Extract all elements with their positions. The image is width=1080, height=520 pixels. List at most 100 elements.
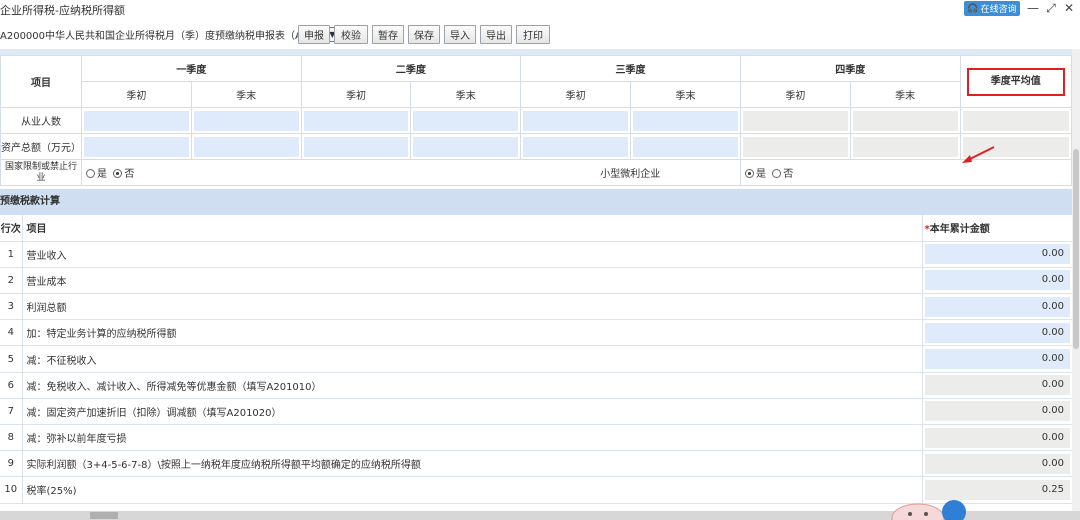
line-amount[interactable]: 0.00 bbox=[924, 270, 1070, 291]
q3-header: 三季度 bbox=[520, 55, 741, 82]
employees-q3-start[interactable] bbox=[520, 107, 632, 134]
employees-q1-end[interactable] bbox=[190, 107, 302, 134]
table-row: 3 利润总额 0.00 bbox=[0, 293, 1072, 321]
q1-start-header: 季初 bbox=[81, 81, 192, 108]
line-item: 利润总额 bbox=[22, 293, 923, 321]
line-item: 营业收入 bbox=[22, 241, 923, 268]
validate-button[interactable]: 校验 bbox=[334, 25, 368, 44]
line-amount-cell: 0.00 bbox=[922, 319, 1072, 347]
assets-q1-start[interactable] bbox=[81, 133, 192, 160]
line-amount[interactable]: 0.00 bbox=[924, 244, 1070, 265]
line-amount-cell: 0.00 bbox=[922, 450, 1072, 478]
title-bar: 企业所得税-应纳税所得额 🎧 在线咨询 — ⤢ ✕ bbox=[0, 0, 1080, 18]
line-amount[interactable]: 0.00 bbox=[924, 349, 1070, 370]
q4-start-header: 季初 bbox=[739, 81, 851, 108]
export-button[interactable]: 导出 bbox=[480, 25, 512, 44]
window-title: 企业所得税-应纳税所得额 bbox=[0, 4, 125, 17]
line-amount: 0.00 bbox=[924, 375, 1070, 396]
assets-label: 资产总额（万元） bbox=[0, 133, 82, 160]
line-number: 5 bbox=[0, 345, 23, 373]
employees-average bbox=[959, 107, 1072, 134]
import-button[interactable]: 导入 bbox=[444, 25, 476, 44]
line-number: 7 bbox=[0, 398, 23, 426]
print-button[interactable]: 打印 bbox=[516, 25, 550, 44]
line-item: 减：弥补以前年度亏损 bbox=[22, 424, 923, 452]
line-amount-cell: 0.00 bbox=[922, 398, 1072, 426]
tax-lines-table: 行次 项目 *本年累计金额 1 营业收入 0.00 2 营业成本 0.00 3 利润总额 0.0… bbox=[0, 215, 1072, 504]
line-amount: 0.00 bbox=[924, 401, 1070, 422]
line-number: 1 bbox=[0, 241, 23, 268]
table-row: 9 实际利润额（3+4-5-6-7-8）\按照上一纳税年度应纳税所得额平均额确定的… bbox=[0, 450, 1072, 478]
q1-header: 一季度 bbox=[81, 55, 302, 82]
employees-q1-start[interactable] bbox=[81, 107, 192, 134]
col-amount-label: 本年累计金额 bbox=[929, 224, 990, 236]
form-type-select[interactable]: A200000中华人民共和国企业所得税月（季）度预缴纳税申报表（A类） ▼ bbox=[0, 25, 340, 43]
q2-start-header: 季初 bbox=[300, 81, 412, 108]
restricted-yes-label: 是 bbox=[97, 169, 107, 180]
line-amount-cell: 0.00 bbox=[922, 345, 1072, 373]
assistant-mascot-icon[interactable] bbox=[888, 494, 968, 520]
scroll-thumb[interactable] bbox=[1073, 149, 1079, 349]
assets-q1-end[interactable] bbox=[190, 133, 302, 160]
quarter-table: 项目 一季度 二季度 三季度 四季度 季度平均值 季初 季末 季初 季末 季初 … bbox=[0, 55, 1072, 186]
employees-q3-end[interactable] bbox=[630, 107, 741, 134]
restricted-yes-radio[interactable] bbox=[86, 169, 95, 178]
online-consult-button[interactable]: 🎧 在线咨询 bbox=[964, 1, 1020, 16]
quarter-average-header: 季度平均值 bbox=[959, 55, 1072, 108]
line-number: 2 bbox=[0, 267, 23, 295]
table-row: 7 减：固定资产加速折旧（扣除）调减额（填写A201020） 0.00 bbox=[0, 398, 1072, 426]
horizontal-scroll-thumb[interactable] bbox=[90, 512, 118, 519]
small-yes-radio[interactable] bbox=[744, 169, 754, 178]
line-amount-cell: 0.00 bbox=[922, 372, 1072, 399]
vertical-scrollbar[interactable] bbox=[1072, 49, 1080, 511]
line-item: 减：不征税收入 bbox=[22, 345, 923, 373]
small-enterprise-options: 是 否 bbox=[739, 159, 1072, 186]
table-row: 2 营业成本 0.00 bbox=[0, 267, 1072, 295]
assets-q2-end[interactable] bbox=[410, 133, 522, 160]
table-row: 4 加：特定业务计算的应纳税所得额 0.00 bbox=[0, 319, 1072, 347]
section-title: 预缴税款计算 bbox=[0, 189, 1072, 215]
assets-q3-start[interactable] bbox=[520, 133, 632, 160]
line-amount-cell: 0.00 bbox=[922, 293, 1072, 321]
red-arrow-icon bbox=[962, 146, 995, 163]
toolbar: A200000中华人民共和国企业所得税月（季）度预缴纳税申报表（A类） ▼ 申报… bbox=[0, 22, 1080, 46]
col-amount-header: *本年累计金额 bbox=[922, 215, 1072, 242]
assets-q2-start[interactable] bbox=[300, 133, 412, 160]
table-row: 5 减：不征税收入 0.00 bbox=[0, 345, 1072, 373]
line-amount[interactable]: 0.00 bbox=[924, 296, 1070, 317]
restricted-no-radio[interactable] bbox=[113, 169, 123, 178]
minimize-icon[interactable]: — bbox=[1024, 0, 1042, 16]
maximize-icon[interactable]: ⤢ bbox=[1042, 0, 1060, 16]
employees-q2-start[interactable] bbox=[300, 107, 412, 134]
col-item-header: 项目 bbox=[22, 215, 923, 242]
employees-q2-end[interactable] bbox=[410, 107, 522, 134]
quarter-average-label: 季度平均值 bbox=[966, 67, 1065, 96]
employees-q4-start bbox=[739, 107, 851, 134]
assets-q4-start bbox=[739, 133, 851, 160]
restricted-no-label: 否 bbox=[124, 169, 135, 180]
small-no-radio[interactable] bbox=[772, 169, 782, 178]
lines-header-row: 行次 项目 *本年累计金额 bbox=[0, 215, 1072, 242]
line-amount-cell: 0.00 bbox=[922, 241, 1072, 268]
line-number: 9 bbox=[0, 450, 23, 478]
q4-header: 四季度 bbox=[739, 55, 961, 82]
headset-icon: 🎧 bbox=[967, 3, 979, 14]
q1-end-header: 季末 bbox=[190, 81, 302, 108]
line-item: 减：固定资产加速折旧（扣除）调减额（填写A201020） bbox=[22, 398, 923, 426]
employees-q4-end bbox=[849, 107, 961, 134]
assets-q3-end[interactable] bbox=[630, 133, 741, 160]
close-icon[interactable]: ✕ bbox=[1060, 0, 1078, 16]
table-row: 6 减：免税收入、减计收入、所得减免等优惠金额（填写A201010） 0.00 bbox=[0, 372, 1072, 399]
restricted-industry-label: 国家限制或禁止行业 bbox=[0, 159, 82, 186]
temp-save-button[interactable]: 暂存 bbox=[372, 25, 404, 44]
form-type-value: A200000中华人民共和国企业所得税月（季）度预缴纳税申报表（A类） bbox=[0, 30, 322, 42]
line-item: 税率(25%) bbox=[22, 476, 923, 504]
small-yes-label: 是 bbox=[755, 169, 766, 180]
save-button[interactable]: 保存 bbox=[408, 25, 440, 44]
line-amount[interactable]: 0.00 bbox=[924, 322, 1070, 343]
restricted-industry-options: 是 否 bbox=[80, 159, 521, 186]
assets-q4-end bbox=[849, 133, 961, 160]
small-no-label: 否 bbox=[783, 169, 794, 180]
declare-button[interactable]: 申报 bbox=[298, 25, 330, 44]
line-number: 6 bbox=[0, 372, 23, 399]
